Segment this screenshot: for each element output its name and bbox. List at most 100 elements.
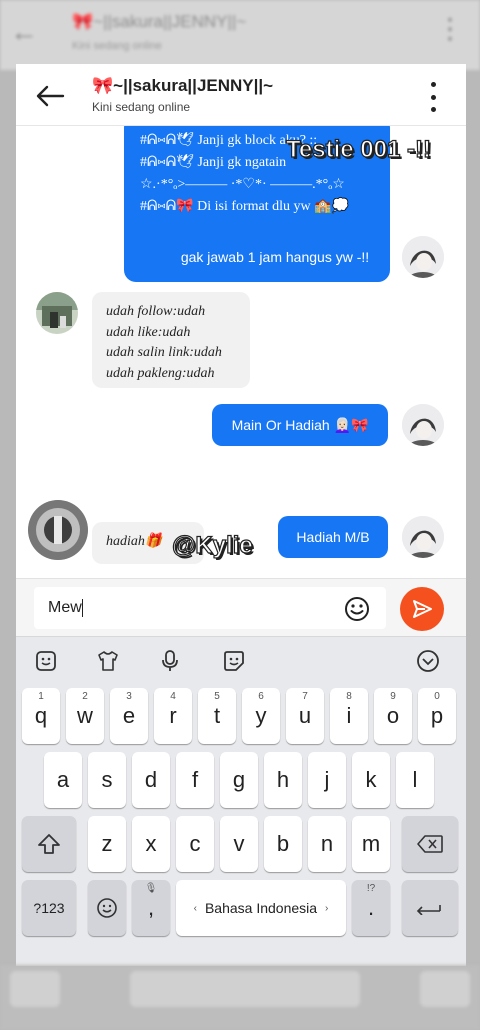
send-arrow-icon [413,600,432,618]
own-avatar[interactable] [402,516,444,558]
key-label: . [367,895,375,920]
voice-input-button[interactable] [156,647,184,675]
onscreen-keyboard: 1q 2w 3e 4r 5t 6y 7u 8i 9o 0p a s d f g … [16,684,466,966]
key-n[interactable]: n [308,816,346,872]
key-label: s [101,767,113,792]
message-input-text: Mew [48,599,82,617]
hide-keyboard-button[interactable] [414,647,442,675]
key-hint: !? [366,883,376,894]
key-d[interactable]: d [132,752,170,808]
theme-button[interactable] [94,647,122,675]
key-t[interactable]: 5t [198,688,236,744]
message-line: udah like:udah [106,324,191,340]
contact-name[interactable]: 🎀~||sakura||JENNY||~ [92,76,273,96]
key-hint: 7 [302,691,308,702]
space-key[interactable]: ‹ Bahasa Indonesia › [176,880,346,936]
key-g[interactable]: g [220,752,258,808]
key-u[interactable]: 7u [286,688,324,744]
own-avatar[interactable] [402,236,444,278]
avatar-sketch-icon [402,236,444,278]
shift-key[interactable] [22,816,76,872]
key-e[interactable]: 3e [110,688,148,744]
microphone-icon [162,650,178,671]
key-label: i [346,703,352,728]
key-b[interactable]: b [264,816,302,872]
symbols-key[interactable]: ?123 [22,880,76,936]
message-text: Hadiah M/B [296,529,370,545]
space-key-label: Bahasa Indonesia [204,900,318,916]
avatar-sketch-icon [402,404,444,446]
contact-status: Kini sedang online [92,100,191,114]
key-label: o [386,703,400,728]
contact-avatar[interactable] [36,292,78,334]
message-bubble-outgoing[interactable]: gak jawab 1 jam hangus yw -!! [162,236,388,278]
shirt-icon [98,651,118,671]
key-label: a [56,767,70,792]
more-options-button[interactable] [426,82,440,112]
back-button[interactable] [32,80,68,112]
key-o[interactable]: 9o [374,688,412,744]
key-k[interactable]: k [352,752,390,808]
message-bubble-outgoing[interactable]: Hadiah M/B [278,516,388,558]
message-line: ☆.·*°ₒ>——— ·*♡*· ———.*°ₒ☆ [140,177,345,192]
key-label: r [169,703,177,728]
overlay-sticker-text: Testie 001 -!! [285,135,431,163]
key-p[interactable]: 0p [418,688,456,744]
chat-header: 🎀~||sakura||JENNY||~ Kini sedang online [16,64,466,126]
message-text: Main Or Hadiah 👩🏻‍🦳🎀 [231,416,369,433]
key-label: e [122,703,136,728]
key-label: l [412,767,418,792]
key-l[interactable]: l [396,752,434,808]
back-arrow-icon [36,85,65,107]
key-i[interactable]: 8i [330,688,368,744]
key-label: k [365,767,377,792]
sticker-button[interactable] [220,647,248,675]
message-bubble-outgoing[interactable]: Main Or Hadiah 👩🏻‍🦳🎀 [212,404,388,446]
key-f[interactable]: f [176,752,214,808]
key-c[interactable]: c [176,816,214,872]
key-h[interactable]: h [264,752,302,808]
key-a[interactable]: a [44,752,82,808]
own-avatar[interactable] [402,404,444,446]
key-q[interactable]: 1q [22,688,60,744]
key-hint: 5 [214,691,220,702]
key-z[interactable]: z [88,816,126,872]
background-title: 🎀~||sakura||JENNY||~ [72,12,247,31]
message-input[interactable]: Mew [34,587,386,629]
send-button[interactable] [400,587,444,631]
key-label: v [233,831,245,856]
key-j[interactable]: j [308,752,346,808]
key-v[interactable]: v [220,816,258,872]
contact-avatar-large[interactable] [28,500,88,560]
chevron-down-icon [417,650,439,672]
key-x[interactable]: x [132,816,170,872]
key-label: p [430,703,444,728]
background-app-bar: ← 🎀~||sakura||JENNY||~ Kini sedang onlin… [0,0,480,70]
message-line: udah pakleng:udah [106,365,215,381]
key-label: h [276,767,290,792]
key-w[interactable]: 2w [66,688,104,744]
key-y[interactable]: 6y [242,688,280,744]
emoji-panel-button[interactable] [32,647,60,675]
key-m[interactable]: m [352,816,390,872]
key-hint: 4 [170,691,176,702]
key-hint: 6 [258,691,264,702]
enter-key[interactable] [402,880,458,936]
background-key [10,971,60,1007]
comma-key[interactable]: 🎙 , [132,880,170,936]
key-label: j [324,767,330,792]
period-key[interactable]: !? . [352,880,390,936]
emoji-button[interactable] [344,596,370,622]
avatar-photo-icon [28,500,88,560]
message-line: #ᕱ⑅ᕱ🎀 Di isi format dlu yw 🏫💭 [140,199,350,214]
background-key [420,971,470,1007]
message-bubble-incoming[interactable]: udah follow:udah udah like:udah udah sal… [92,292,250,388]
smiley-icon [97,898,117,918]
message-list[interactable]: #ᕱ⑅ᕱ🕊 Janji gk block aku? :: #ᕱ⑅ᕱ🕊 Janji… [16,126,466,578]
backspace-key[interactable] [402,816,458,872]
key-label: x [145,831,157,856]
key-s[interactable]: s [88,752,126,808]
emoji-key[interactable] [88,880,126,936]
chevron-right-icon: › [325,902,329,914]
key-r[interactable]: 4r [154,688,192,744]
